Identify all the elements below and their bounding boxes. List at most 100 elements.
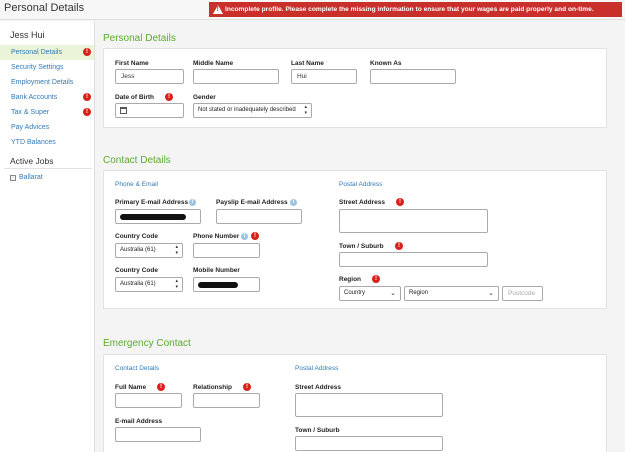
region-label: Region	[339, 276, 362, 283]
phone-country-code-select[interactable]: Australia (61) ▴ ▾	[115, 243, 183, 258]
postcode-placeholder: Postcode	[508, 290, 536, 297]
error-icon: !	[157, 383, 165, 391]
divider	[4, 168, 92, 169]
emergency-street-address-input[interactable]	[295, 393, 443, 417]
emergency-town-suburb-input[interactable]	[295, 436, 443, 451]
payslip-email-input[interactable]	[216, 209, 302, 224]
country-select-value: Country	[344, 290, 366, 296]
middle-name-input[interactable]	[193, 69, 279, 84]
sidebar-item-employment-details[interactable]: Employment Details	[0, 75, 94, 90]
emergency-contact-title: Emergency Contact	[103, 338, 191, 349]
job-label: Ballarat	[19, 174, 43, 181]
known-as-input[interactable]	[370, 69, 456, 84]
primary-email-label: Primary E-mail Address	[115, 199, 189, 206]
info-icon[interactable]: i	[241, 233, 248, 240]
middle-name-label: Middle Name	[193, 60, 234, 67]
phone-number-label: Phone Number	[193, 233, 240, 240]
personal-details-title: Personal Details	[103, 33, 176, 44]
phone-number-input[interactable]	[193, 243, 260, 258]
sidebar-item-label: Bank Accounts	[11, 94, 58, 101]
gender-select[interactable]: Not stated or inadequately described ▴ ▾	[193, 103, 312, 118]
personal-details-panel: First Name Jess Middle Name Last Name Hu…	[103, 48, 607, 128]
top-bar: Personal Details Incomplete profile. Ple…	[0, 0, 625, 20]
error-badge-icon: !	[83, 108, 91, 116]
first-name-input[interactable]: Jess	[115, 69, 184, 84]
gender-select-value: Not stated or inadequately described	[198, 107, 296, 113]
street-address-input[interactable]	[339, 209, 488, 233]
dob-input[interactable]	[115, 103, 184, 118]
primary-email-input[interactable]	[115, 209, 201, 224]
redacted-value	[198, 282, 238, 288]
page-title: Personal Details	[4, 2, 85, 14]
error-icon: !	[251, 232, 259, 240]
up-down-arrows-icon: ▴ ▾	[175, 244, 178, 256]
town-suburb-input[interactable]	[339, 252, 488, 267]
country-code-value: Australia (61)	[120, 281, 156, 287]
warning-icon	[213, 5, 223, 14]
sidebar-item-label: Pay Advices	[11, 124, 50, 131]
user-name: Jess Hui	[10, 30, 45, 40]
full-name-label: Full Name	[115, 384, 147, 391]
calendar-icon[interactable]	[120, 107, 127, 114]
payslip-email-label: Payslip E-mail Address	[216, 199, 288, 206]
info-icon[interactable]: i	[189, 199, 196, 206]
emergency-street-address-label: Street Address	[295, 384, 341, 391]
town-suburb-label: Town / Suburb	[339, 243, 384, 250]
error-icon: !	[395, 242, 403, 250]
sidebar-item-label: Tax & Super	[11, 109, 50, 116]
sidebar-nav: Personal Details ! Security Settings Emp…	[0, 45, 94, 150]
last-name-label: Last Name	[291, 60, 324, 67]
chevron-down-icon: ⌄	[488, 290, 494, 297]
error-icon: !	[372, 275, 380, 283]
incomplete-profile-alert: Incomplete profile. Please complete the …	[209, 2, 622, 17]
up-down-arrows-icon: ▴ ▾	[304, 104, 307, 116]
relationship-input[interactable]	[193, 393, 260, 408]
info-icon[interactable]: i	[290, 199, 297, 206]
sidebar-item-label: Security Settings	[11, 64, 64, 71]
emergency-email-label: E-mail Address	[115, 418, 163, 425]
last-name-input[interactable]: Hui	[291, 69, 357, 84]
mobile-number-label: Mobile Number	[193, 267, 240, 274]
sidebar-item-label: Employment Details	[11, 79, 74, 86]
region-select-value: Region	[409, 290, 429, 296]
sidebar-item-label: Personal Details	[11, 49, 62, 56]
error-icon: !	[165, 93, 173, 101]
emergency-contact-panel: Contact Details Full Name ! Relationship…	[103, 354, 607, 452]
emergency-town-suburb-label: Town / Suburb	[295, 427, 340, 434]
first-name-label: First Name	[115, 60, 149, 67]
contact-details-panel: Phone & Email Primary E-mail Address i P…	[103, 170, 607, 309]
emergency-email-input[interactable]	[115, 427, 201, 442]
country-select[interactable]: Country ⌄	[339, 286, 401, 301]
checkbox-icon	[10, 174, 16, 181]
sidebar-item-bank-accounts[interactable]: Bank Accounts !	[0, 90, 94, 105]
sidebar-item-ytd-balances[interactable]: YTD Balances	[0, 135, 94, 150]
relationship-label: Relationship	[193, 384, 233, 391]
error-badge-icon: !	[83, 93, 91, 101]
active-job-ballarat[interactable]: Ballarat	[10, 174, 43, 181]
gender-label: Gender	[193, 94, 216, 101]
sidebar-item-label: YTD Balances	[11, 139, 56, 146]
alert-text: Incomplete profile. Please complete the …	[225, 6, 594, 13]
error-icon: !	[243, 383, 251, 391]
full-name-input[interactable]	[115, 393, 182, 408]
chevron-down-icon: ⌄	[390, 290, 396, 297]
mobile-number-input[interactable]	[193, 277, 260, 292]
mobile-country-code-select[interactable]: Australia (61) ▴ ▾	[115, 277, 183, 292]
up-down-arrows-icon: ▴ ▾	[175, 278, 178, 290]
sidebar-item-pay-advices[interactable]: Pay Advices	[0, 120, 94, 135]
postcode-input[interactable]: Postcode	[502, 286, 543, 301]
known-as-label: Known As	[370, 60, 402, 67]
sidebar-item-tax-super[interactable]: Tax & Super !	[0, 105, 94, 120]
country-code-value: Australia (61)	[120, 247, 156, 253]
country-code-label: Country Code	[115, 233, 158, 240]
sidebar-item-security-settings[interactable]: Security Settings	[0, 60, 94, 75]
active-jobs-title: Active Jobs	[10, 156, 54, 166]
region-select[interactable]: Region ⌄	[404, 286, 499, 301]
sidebar: Jess Hui Personal Details ! Security Set…	[0, 21, 95, 452]
redacted-value	[120, 214, 186, 220]
emergency-contact-details-title: Contact Details	[115, 365, 160, 372]
country-code-2-label: Country Code	[115, 267, 158, 274]
error-badge-icon: !	[83, 48, 91, 56]
emergency-postal-address-title: Postal Address	[295, 365, 339, 372]
sidebar-item-personal-details[interactable]: Personal Details !	[0, 45, 94, 60]
